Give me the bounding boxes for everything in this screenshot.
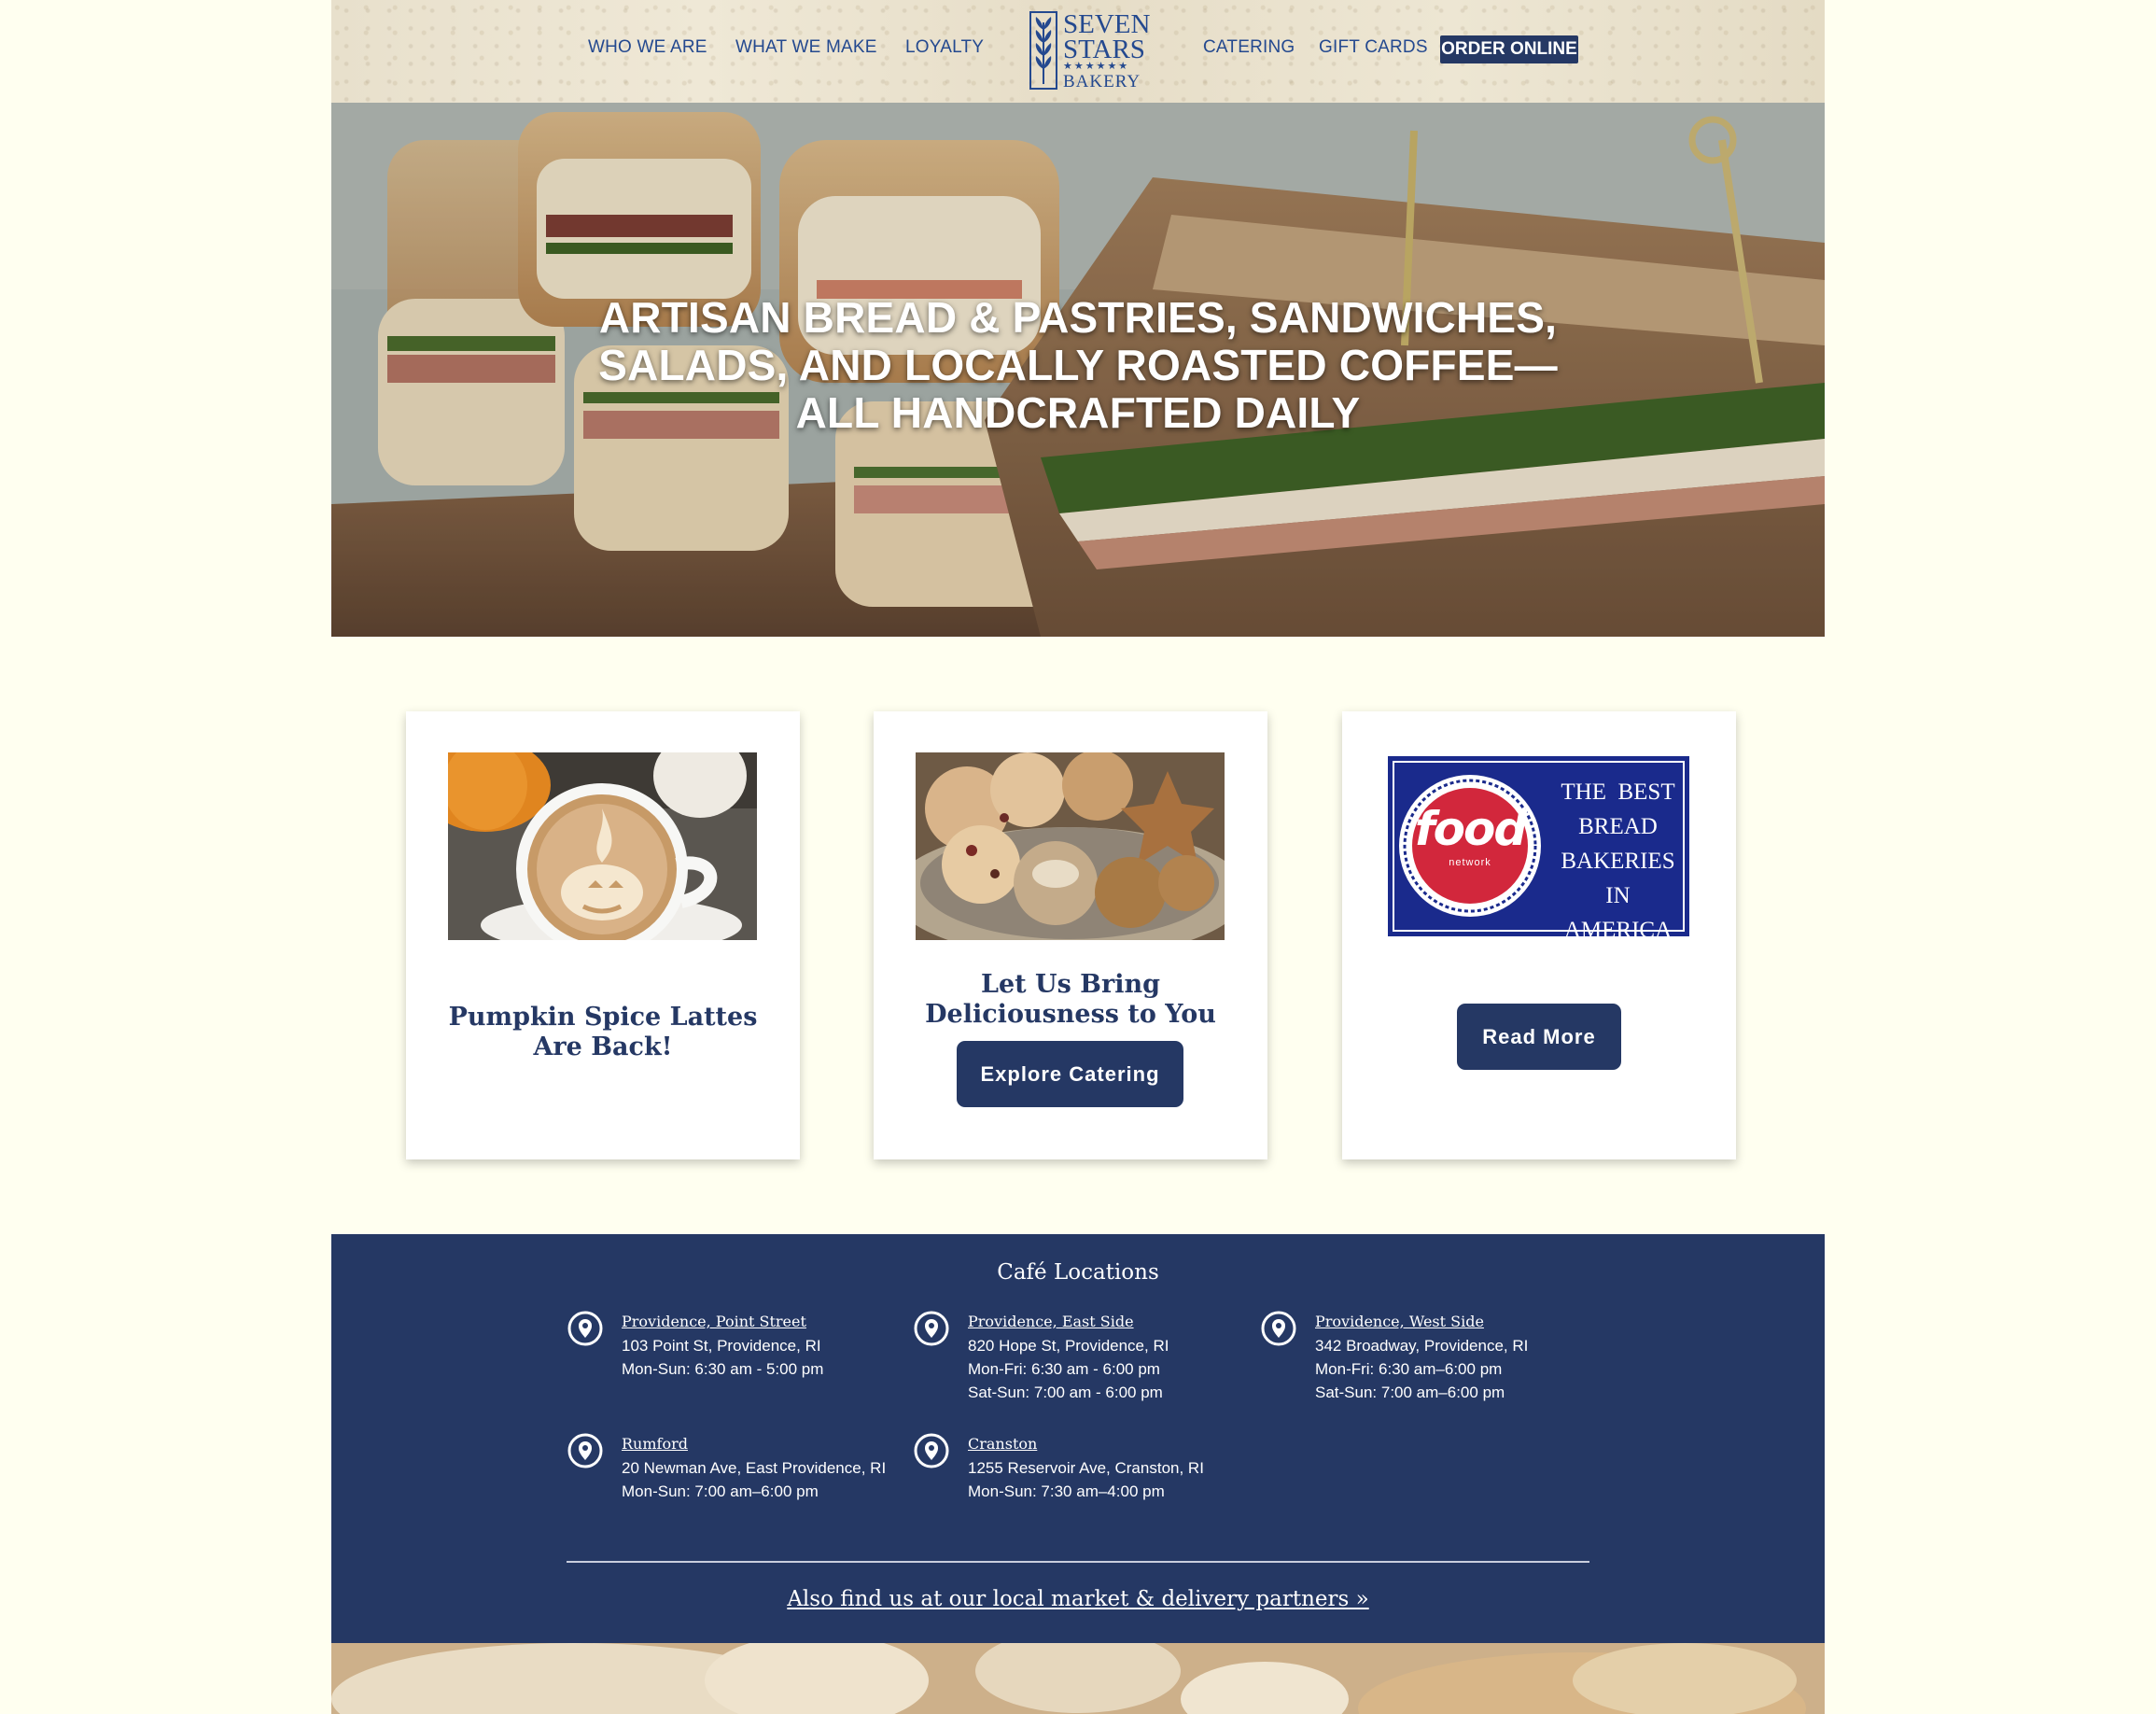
logo-stars-row: ★★★★★★ (1063, 61, 1130, 72)
card-catering-title-line1: Let Us Bring (981, 970, 1160, 999)
hero-headline-line3: ALL HANDCRAFTED DAILY (795, 388, 1361, 437)
read-more-button[interactable]: Read More (1457, 1004, 1621, 1070)
pastry-image (331, 1643, 1825, 1714)
location-hours: Mon-Fri: 6:30 am - 6:00 pm (968, 1360, 1160, 1378)
location-address: 20 Newman Ave, East Providence, RI (622, 1459, 887, 1477)
nav-gift-cards[interactable]: GIFT CARDS (1319, 37, 1428, 58)
logo-wheat-icon (1029, 11, 1057, 90)
explore-catering-button[interactable]: Explore Catering (957, 1041, 1183, 1107)
card-catering-title-line2: Deliciousness to You (925, 1000, 1216, 1029)
hero-headline-line1: ARTISAN BREAD & PASTRIES, SANDWICHES, (598, 293, 1558, 342)
location-name-link[interactable]: Cranston (968, 1435, 1037, 1453)
location-name-link[interactable]: Providence, West Side (1315, 1313, 1484, 1330)
market-partners-link[interactable]: Also find us at our local market & deliv… (331, 1587, 1825, 1611)
hero-headline-line2: SALADS, AND LOCALLY ROASTED COFFEE— (598, 341, 1558, 389)
location-hours: Sat-Sun: 7:00 am–6:00 pm (1315, 1384, 1505, 1401)
location-hours: Mon-Sun: 7:00 am–6:00 pm (622, 1482, 819, 1500)
order-online-button[interactable]: ORDER ONLINE (1440, 35, 1578, 63)
location-name-link[interactable]: Providence, Point Street (622, 1313, 806, 1330)
card-catering: Let Us Bring Deliciousness to You Explor… (874, 711, 1267, 1159)
badge-line-3: BAKERIES (1561, 849, 1675, 874)
nav-who-we-are[interactable]: WHO WE ARE (588, 37, 707, 58)
nav-what-we-make[interactable]: WHAT WE MAKE (735, 37, 877, 58)
locations-divider (567, 1561, 1589, 1563)
location-address: 1255 Reservoir Ave, Cranston, RI (968, 1459, 1204, 1477)
logo-word-bakery: BAKERY (1063, 72, 1141, 91)
location-hours: Mon-Fri: 6:30 am–6:00 pm (1315, 1360, 1503, 1378)
location-hours: Mon-Sun: 6:30 am - 5:00 pm (622, 1360, 824, 1378)
badge-line-1: THE BEST (1561, 780, 1675, 805)
map-pin-icon (914, 1433, 949, 1468)
nav-catering[interactable]: CATERING (1203, 37, 1295, 58)
map-pin-icon (914, 1311, 949, 1346)
card-pumpkin-title: Pumpkin Spice Lattes Are Back! (425, 1003, 781, 1062)
location-address: 342 Broadway, Providence, RI (1315, 1337, 1529, 1355)
location-name-link[interactable]: Providence, East Side (968, 1313, 1134, 1330)
card-pumpkin-title-line2: Are Back! (533, 1033, 673, 1061)
card-catering-title: Let Us Bring Deliciousness to You (892, 970, 1249, 1030)
page: WHO WE ARE WHAT WE MAKE LOYALTY SEVEN ST… (331, 0, 1825, 1714)
cafe-locations-section: Café Locations Providence, Point Street … (331, 1234, 1825, 1643)
hero-banner: ARTISAN BREAD & PASTRIES, SANDWICHES, SA… (331, 103, 1825, 637)
seven-stars-logo[interactable]: SEVEN STARS ★★★★★★ BAKERY (1029, 11, 1153, 91)
logo-word-stars: STARS (1063, 35, 1145, 64)
badge-line-4: IN AMERICA (1563, 883, 1673, 940)
food-network-sub-text: network (1449, 857, 1491, 868)
nav-loyalty[interactable]: LOYALTY (905, 37, 984, 58)
food-network-badge-image: food network THE BEST BREAD BAKERIES IN … (1384, 752, 1693, 940)
location-hours: Mon-Sun: 7:30 am–4:00 pm (968, 1482, 1165, 1500)
food-network-logo-text: food (1414, 802, 1527, 856)
map-pin-icon (1261, 1311, 1296, 1346)
location-hours: Sat-Sun: 7:00 am - 6:00 pm (968, 1384, 1163, 1401)
card-food-network: food network THE BEST BREAD BAKERIES IN … (1342, 711, 1736, 1159)
locations-heading: Café Locations (997, 1260, 1159, 1285)
badge-line-2: BREAD (1578, 814, 1658, 839)
map-pin-icon (567, 1433, 603, 1468)
card-pumpkin-title-line1: Pumpkin Spice Lattes (448, 1003, 758, 1032)
location-address: 820 Hope St, Providence, RI (968, 1337, 1169, 1355)
site-header: WHO WE ARE WHAT WE MAKE LOYALTY SEVEN ST… (331, 0, 1825, 103)
best-bread-bakeries-text: THE BEST BREAD BAKERIES IN AMERICA (1550, 775, 1686, 940)
card-pumpkin-spice: Pumpkin Spice Lattes Are Back! (406, 711, 800, 1159)
map-pin-icon (567, 1311, 603, 1346)
location-name-link[interactable]: Rumford (622, 1435, 688, 1453)
location-address: 103 Point St, Providence, RI (622, 1337, 821, 1355)
cookies-image (916, 752, 1225, 940)
latte-image (448, 752, 757, 940)
pastry-image-strip (331, 1643, 1825, 1714)
hero-headline: ARTISAN BREAD & PASTRIES, SANDWICHES, SA… (555, 294, 1601, 437)
